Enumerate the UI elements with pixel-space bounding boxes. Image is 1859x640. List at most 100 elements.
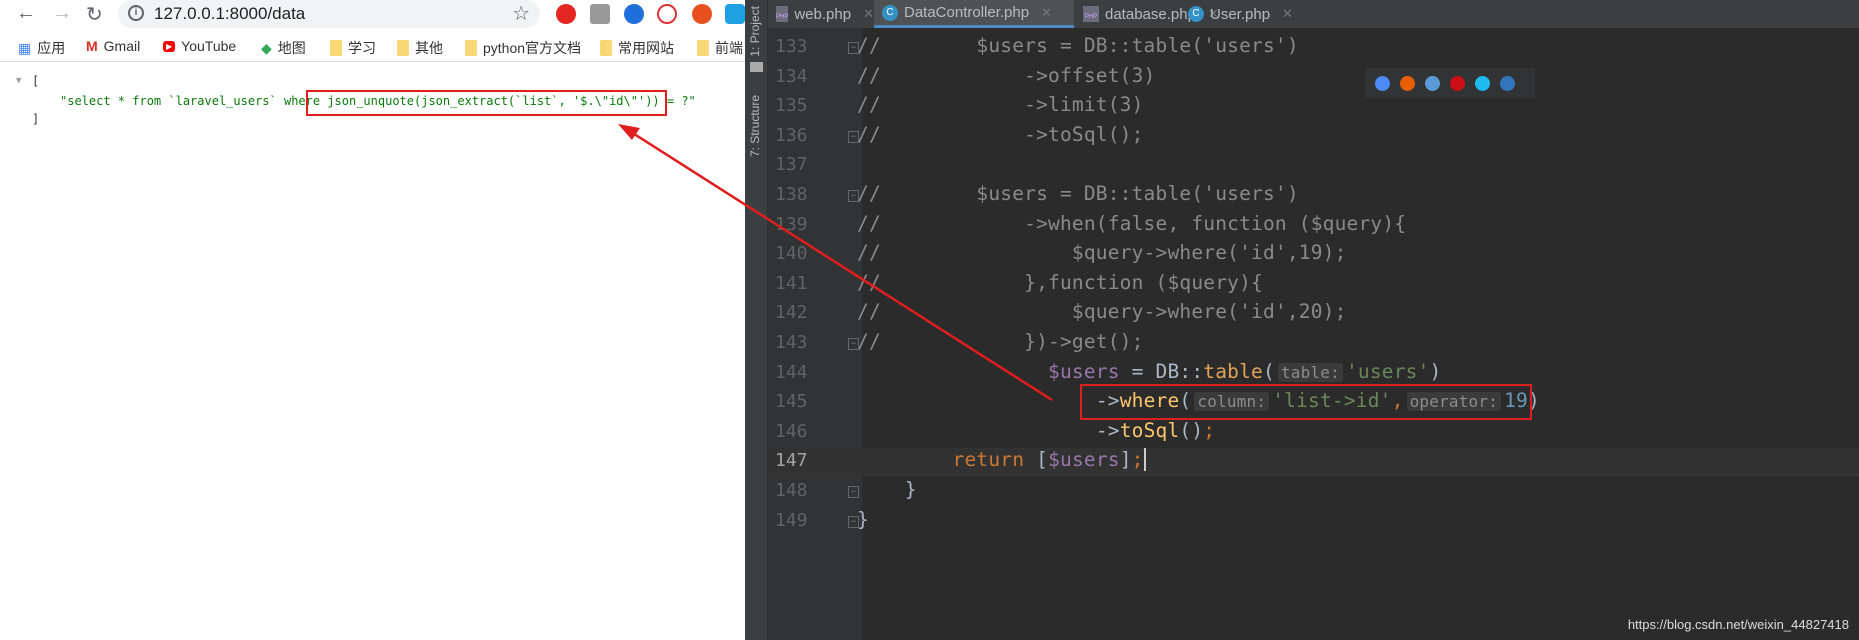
code-token: -> bbox=[1095, 418, 1120, 442]
line-number: 149 bbox=[775, 509, 808, 531]
bookmark-folder[interactable]: 前端 bbox=[697, 38, 743, 58]
bookmark-folder[interactable]: 其他 bbox=[397, 38, 443, 58]
code-token: table bbox=[1203, 359, 1263, 383]
folder-icon bbox=[465, 40, 477, 56]
tab-web-php[interactable]: PHP web.php ✕ bbox=[768, 0, 874, 28]
bookmark-gmail[interactable]: M Gmail bbox=[86, 38, 140, 54]
code-line: // })->get(); bbox=[857, 330, 1144, 353]
code-token: // ->offset(3) bbox=[857, 63, 1156, 87]
reload-icon[interactable]: ↻ bbox=[86, 2, 103, 27]
folder-icon bbox=[330, 40, 342, 56]
bookmark-label: 前端 bbox=[715, 40, 743, 56]
bookmark-label: 应用 bbox=[37, 40, 66, 56]
collapse-triangle-icon[interactable]: ▼ bbox=[16, 76, 21, 86]
extension-icon[interactable] bbox=[590, 4, 610, 24]
code-token: $users bbox=[1048, 359, 1120, 383]
bookmark-label: 学习 bbox=[348, 40, 376, 56]
line-number: 142 bbox=[775, 302, 808, 324]
info-icon[interactable]: i bbox=[128, 5, 144, 21]
fold-marker-icon[interactable]: − bbox=[848, 130, 859, 143]
tool-window-strip: 1: Project 7: Structure bbox=[745, 0, 768, 640]
adblock-extension-icon[interactable] bbox=[556, 4, 576, 24]
address-bar[interactable]: i 127.0.0.1:8000/data ☆ bbox=[118, 0, 540, 28]
fold-marker-icon[interactable]: − bbox=[848, 515, 859, 528]
structure-tool-button[interactable]: 7: Structure bbox=[748, 95, 762, 157]
opera-icon[interactable] bbox=[1450, 75, 1465, 91]
fold-marker-icon[interactable]: − bbox=[848, 486, 859, 498]
tab-label: User.php bbox=[1210, 5, 1271, 23]
code-line: // ->when(false, function ($query){ bbox=[857, 212, 1406, 235]
folder-icon bbox=[697, 40, 709, 56]
line-number: 134 bbox=[775, 65, 808, 87]
code-token: () bbox=[1179, 418, 1204, 442]
code-token: 'users' bbox=[1345, 359, 1430, 383]
forward-icon[interactable]: → bbox=[52, 2, 72, 25]
chrome-icon[interactable] bbox=[1375, 75, 1390, 91]
tab-datacontroller-php[interactable]: C DataController.php ✕ bbox=[874, 0, 1074, 28]
code-line: // $query->where('id',19); bbox=[857, 241, 1347, 264]
code-token: toSql bbox=[1119, 418, 1180, 442]
editor-tabs: PHP web.php ✕ C DataController.php ✕ PHP data… bbox=[768, 0, 1859, 28]
code-token: // $query->where('id',19); bbox=[857, 241, 1347, 265]
bookmark-folder[interactable]: 常用网站 bbox=[600, 38, 674, 58]
code-line: // ->offset(3) bbox=[857, 64, 1156, 87]
code-token: // ->toSql(); bbox=[857, 122, 1144, 146]
code-token: // },function ($query){ bbox=[857, 270, 1263, 294]
bookmark-maps[interactable]: ◆ 地图 bbox=[261, 38, 306, 58]
folder-icon bbox=[397, 40, 409, 56]
folder-icon bbox=[750, 62, 763, 72]
line-number: 137 bbox=[775, 154, 808, 176]
url-text: 127.0.0.1:8000/data bbox=[154, 4, 306, 23]
bookmark-folder[interactable]: python官方文档 bbox=[465, 38, 581, 58]
bookmark-folder[interactable]: 学习 bbox=[330, 38, 376, 58]
line-number: 144 bbox=[775, 361, 808, 383]
project-tool-button[interactable]: 1: Project bbox=[748, 6, 762, 57]
bookmark-label: 常用网站 bbox=[618, 40, 674, 56]
code-token: // $users = DB::table('users') bbox=[857, 182, 1299, 205]
json-close-bracket: ] bbox=[32, 112, 40, 126]
fold-marker-icon[interactable]: − bbox=[848, 338, 859, 350]
code-token: // ->when(false, function ($query){ bbox=[857, 211, 1407, 235]
bookmarks-bar: ▦ 应用 M Gmail ▶ YouTube ◆ 地图 学习 其他 python官方文档… bbox=[0, 34, 745, 62]
extension-icon[interactable] bbox=[624, 4, 644, 24]
close-icon[interactable]: ✕ bbox=[1282, 6, 1293, 22]
extension-icon[interactable] bbox=[657, 4, 677, 24]
bookmark-youtube[interactable]: ▶ YouTube bbox=[163, 38, 236, 54]
close-icon[interactable]: ✕ bbox=[1041, 5, 1052, 21]
safari-icon[interactable] bbox=[1425, 75, 1440, 91]
code-line: // $query->where('id',20); bbox=[857, 300, 1347, 323]
tab-label: DataController.php bbox=[904, 4, 1030, 21]
back-icon[interactable]: ← bbox=[16, 2, 36, 25]
text-cursor: ​ bbox=[1143, 448, 1146, 472]
line-number: 148 bbox=[775, 480, 808, 501]
tab-user-php[interactable]: C User.php ✕ bbox=[1180, 0, 1310, 28]
firefox-icon[interactable] bbox=[1400, 75, 1415, 91]
fold-marker-icon[interactable]: − bbox=[848, 42, 859, 54]
folder-icon bbox=[600, 40, 612, 56]
php-file-icon: PHP bbox=[1083, 6, 1099, 22]
bookmark-apps[interactable]: ▦ 应用 bbox=[18, 38, 65, 58]
gmail-icon: M bbox=[86, 38, 98, 54]
close-icon[interactable]: ✕ bbox=[863, 6, 874, 22]
ie-icon[interactable] bbox=[1475, 75, 1490, 91]
class-icon: C bbox=[882, 4, 898, 21]
edge-icon[interactable] bbox=[1500, 75, 1515, 91]
star-icon[interactable]: ☆ bbox=[512, 1, 530, 26]
bookmark-label: python官方文档 bbox=[483, 40, 582, 56]
code-line: ->toSql(); bbox=[857, 419, 1215, 442]
code-line: $users = DB::table(table:'users') bbox=[857, 360, 1441, 383]
code-token: = DB:: bbox=[1119, 359, 1204, 383]
extension-icon[interactable] bbox=[692, 4, 712, 24]
open-in-browser-toolbar bbox=[1365, 68, 1535, 98]
line-number: 141 bbox=[775, 272, 808, 294]
json-open-bracket: [ bbox=[32, 74, 40, 88]
extension-icon[interactable] bbox=[725, 4, 745, 24]
youtube-icon: ▶ bbox=[163, 40, 176, 52]
tab-label: web.php bbox=[794, 5, 852, 23]
class-icon: C bbox=[1188, 6, 1204, 22]
fold-marker-icon[interactable]: − bbox=[848, 190, 859, 202]
